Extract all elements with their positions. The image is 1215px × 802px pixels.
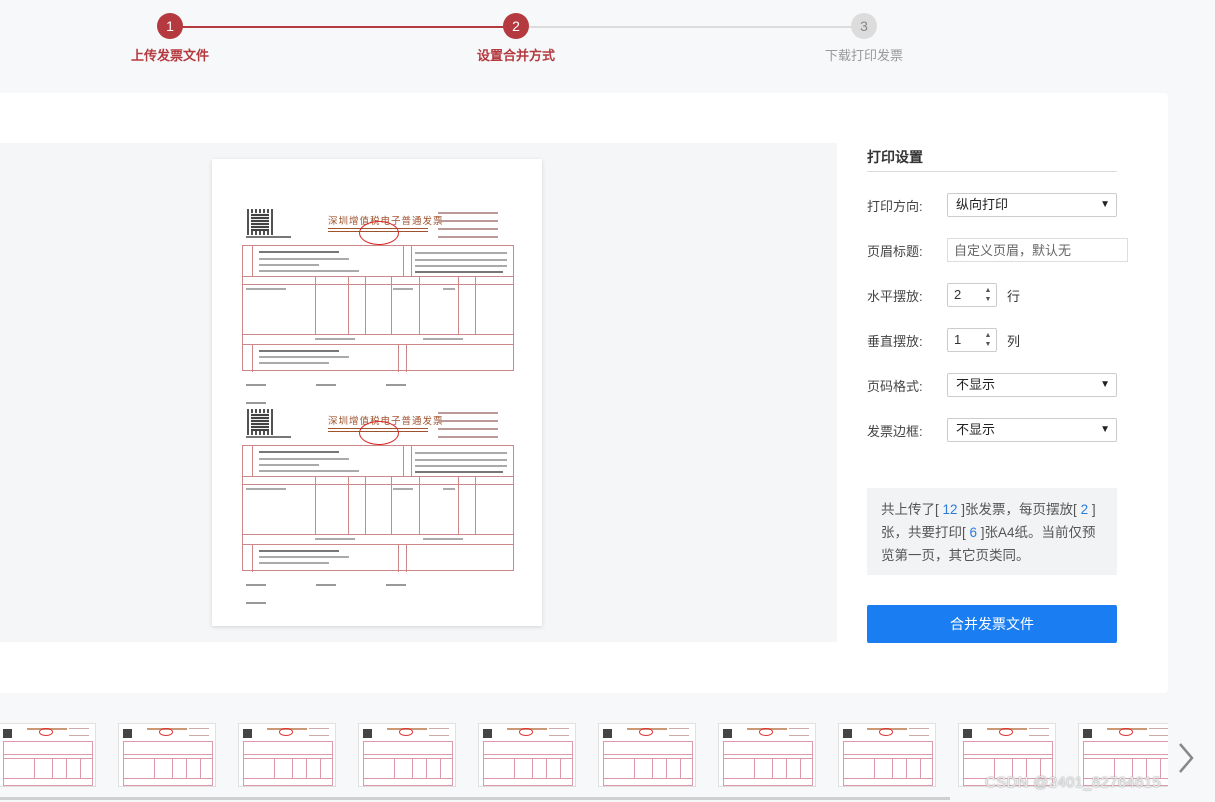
vertical-row: 垂直摆放: 1 ▲ ▼ 列 — [867, 328, 1020, 352]
header-title-row: 页眉标题: — [867, 238, 1128, 262]
vertical-value: 1 — [954, 332, 962, 347]
horizontal-label: 水平摆放: — [867, 288, 923, 304]
border-row: 发票边框: 不显示 ▼ — [867, 418, 1117, 442]
decrement-icon[interactable]: ▼ — [982, 340, 994, 349]
qr-code-icon — [247, 409, 273, 435]
invoice-thumbnail[interactable] — [238, 723, 336, 787]
seal-icon — [359, 221, 399, 245]
horizontal-scrollbar[interactable] — [0, 797, 950, 800]
increment-icon[interactable]: ▲ — [982, 331, 994, 340]
vertical-unit: 列 — [1007, 333, 1021, 349]
invoice-thumbnail[interactable] — [478, 723, 576, 787]
seal-icon — [639, 728, 653, 736]
invoice-thumbnail[interactable] — [598, 723, 696, 787]
divider — [867, 171, 1117, 172]
page-number-label: 页码格式: — [867, 378, 923, 394]
orientation-select[interactable]: 纵向打印 ▼ — [947, 193, 1117, 217]
invoice-thumbnail[interactable] — [838, 723, 936, 787]
qr-code-icon — [723, 729, 732, 738]
invoice-thumbnail[interactable] — [358, 723, 456, 787]
border-select[interactable]: 不显示 ▼ — [947, 418, 1117, 442]
increment-icon[interactable]: ▲ — [982, 286, 994, 295]
qr-code-icon — [363, 729, 372, 738]
invoice-table — [242, 245, 514, 372]
invoice-thumbnail[interactable] — [0, 723, 96, 787]
settings-title: 打印设置 — [867, 149, 923, 165]
qr-code-icon — [843, 729, 852, 738]
orientation-label: 打印方向: — [867, 198, 923, 214]
main-card: 深圳增值税电子普通发票 深圳增值税电子普通发票 打印设置 打印方向: 纵向打印 … — [0, 93, 1168, 693]
step-number: 2 — [503, 13, 529, 39]
chevron-down-icon: ▼ — [1100, 379, 1110, 390]
uploaded-count: 12 — [942, 502, 958, 517]
qr-code-icon — [243, 729, 252, 738]
summary-info: 共上传了[ 12 ]张发票，每页摆放[ 2 ]张，共要打印[ 6 ]张A4纸。当… — [867, 488, 1117, 575]
invoice-preview: 深圳增值税电子普通发票 — [242, 209, 514, 404]
step-upload[interactable]: 1 上传发票文件 — [100, 13, 240, 64]
horizontal-row: 水平摆放: 2 ▲ ▼ 行 — [867, 283, 1020, 307]
per-page-count: 2 — [1080, 502, 1089, 517]
chevron-down-icon: ▼ — [1100, 199, 1110, 210]
vertical-stepper[interactable]: 1 ▲ ▼ — [947, 328, 997, 352]
page-number-select[interactable]: 不显示 ▼ — [947, 373, 1117, 397]
watermark: CSDN @2401_82764615 — [985, 774, 1162, 791]
step-download[interactable]: 3 下载打印发票 — [794, 13, 934, 64]
qr-code-icon — [483, 729, 492, 738]
chevron-down-icon: ▼ — [1100, 424, 1110, 435]
step-merge-settings[interactable]: 2 设置合并方式 — [446, 13, 586, 64]
step-number: 1 — [157, 13, 183, 39]
seal-icon — [759, 728, 773, 736]
step-label: 下载打印发票 — [824, 48, 903, 63]
horizontal-stepper[interactable]: 2 ▲ ▼ — [947, 283, 997, 307]
step-label: 设置合并方式 — [476, 48, 555, 63]
preview-area: 深圳增值税电子普通发票 深圳增值税电子普通发票 — [0, 143, 837, 642]
step-number: 3 — [851, 13, 877, 39]
invoice-thumbnail[interactable] — [718, 723, 816, 787]
vertical-label: 垂直摆放: — [867, 333, 923, 349]
qr-code-icon — [963, 729, 972, 738]
orientation-value: 纵向打印 — [956, 197, 1009, 212]
horizontal-unit: 行 — [1007, 288, 1021, 304]
qr-code-icon — [1083, 729, 1092, 738]
border-label: 发票边框: — [867, 423, 923, 439]
seal-icon — [519, 728, 533, 736]
seal-icon — [159, 728, 173, 736]
progress-steps: 1 上传发票文件 2 设置合并方式 3 下载打印发票 — [0, 0, 1215, 80]
chevron-right-icon[interactable] — [1176, 740, 1196, 776]
qr-code-icon — [3, 729, 12, 738]
seal-icon — [39, 728, 53, 736]
decrement-icon[interactable]: ▼ — [982, 295, 994, 304]
a4-page-preview: 深圳增值税电子普通发票 深圳增值税电子普通发票 — [212, 159, 542, 626]
qr-code-icon — [603, 729, 612, 738]
qr-code-icon — [123, 729, 132, 738]
invoice-table — [242, 445, 514, 572]
seal-icon — [1119, 728, 1133, 736]
seal-icon — [279, 728, 293, 736]
step-label: 上传发票文件 — [130, 48, 209, 63]
horizontal-value: 2 — [954, 287, 962, 302]
seal-icon — [999, 728, 1013, 736]
header-title-label: 页眉标题: — [867, 243, 923, 259]
seal-icon — [879, 728, 893, 736]
page-number-row: 页码格式: 不显示 ▼ — [867, 373, 1117, 397]
invoice-preview: 深圳增值税电子普通发票 — [242, 409, 514, 604]
invoice-thumbnail[interactable] — [118, 723, 216, 787]
header-title-input[interactable] — [947, 238, 1128, 262]
border-value: 不显示 — [956, 422, 996, 437]
sheet-count: 6 — [969, 525, 978, 540]
merge-invoices-button[interactable]: 合并发票文件 — [867, 605, 1117, 643]
page-number-value: 不显示 — [956, 377, 996, 392]
seal-icon — [399, 728, 413, 736]
qr-code-icon — [247, 209, 273, 235]
orientation-row: 打印方向: 纵向打印 ▼ — [867, 193, 1117, 217]
seal-icon — [359, 421, 399, 445]
